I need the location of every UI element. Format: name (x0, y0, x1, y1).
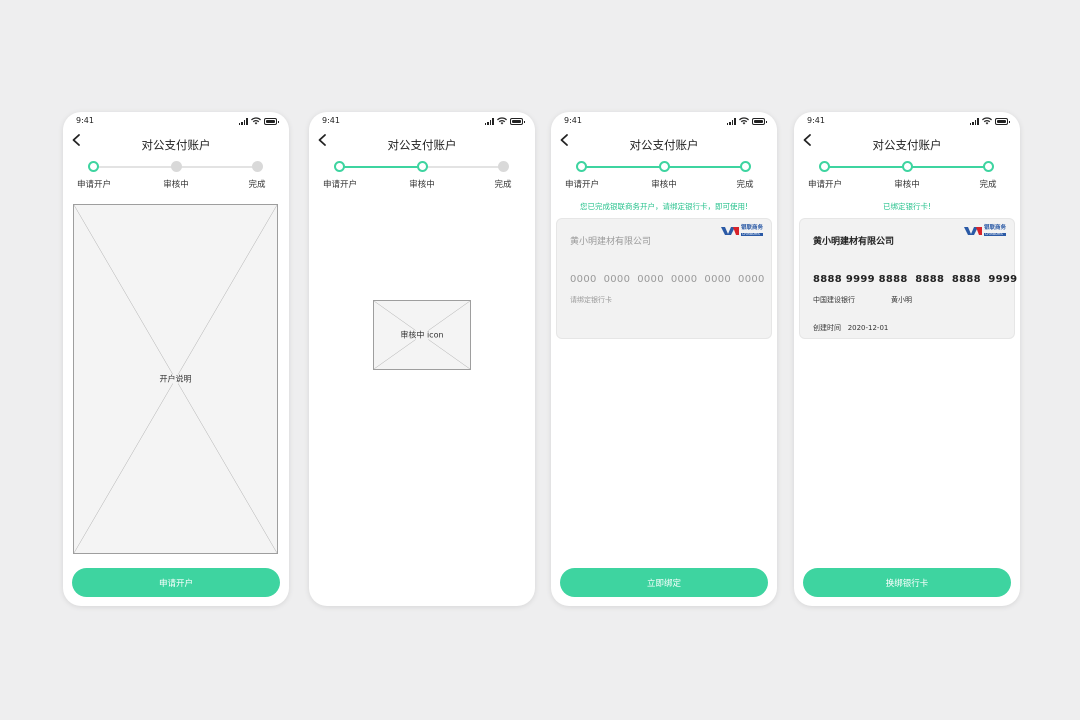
step-dot-apply (819, 161, 830, 172)
status-icons (969, 117, 1010, 125)
bound-notice: 已绑定银行卡! (882, 202, 931, 211)
wifi-icon (982, 117, 992, 125)
step-label-done: 完成 (736, 180, 754, 190)
signal-icon (726, 118, 736, 125)
progress-stepper: 申请开户 审核中 完成 (794, 160, 1020, 190)
chinaums-logo: 银联商务 ChinaUMS (720, 225, 763, 236)
status-time: 9:41 (322, 116, 340, 125)
progress-stepper: 申请开户 审核中 完成 (63, 160, 289, 190)
step-dot-done (498, 161, 509, 172)
status-time: 9:41 (564, 116, 582, 125)
step-dot-done (983, 161, 994, 172)
step-label-done: 完成 (248, 180, 266, 190)
step-label-apply: 申请开户 (807, 180, 843, 190)
card-created: 创建时间 2020-12-01 (813, 323, 888, 333)
placeholder-label: 审核中 icon (398, 330, 446, 340)
progress-stepper: 申请开户 审核中 完成 (551, 160, 777, 190)
card-company: 黄小明建材有限公司 (813, 237, 895, 247)
signal-icon (484, 118, 494, 125)
page-title: 对公支付账户 (629, 138, 699, 152)
card-created-date: 2020-12-01 (847, 324, 889, 332)
signal-icon (969, 118, 979, 125)
step-dot-apply (334, 161, 345, 172)
battery-icon (995, 118, 1010, 125)
battery-icon (264, 118, 279, 125)
page-title: 对公支付账户 (141, 138, 211, 152)
bind-now-button[interactable]: 立即绑定 (560, 568, 768, 597)
signal-icon (238, 118, 248, 125)
battery-icon (510, 118, 525, 125)
card-hint: 请绑定银行卡 (570, 296, 612, 304)
step-label-apply: 申请开户 (564, 180, 600, 190)
bind-notice: 您已完成银联商务开户，请绑定银行卡，即可使用! (579, 202, 748, 211)
change-card-button[interactable]: 换绑银行卡 (803, 568, 1011, 597)
status-time: 9:41 (76, 116, 94, 125)
status-bar: 9:41 (309, 112, 535, 130)
status-icons (238, 117, 279, 125)
page-title: 对公支付账户 (387, 138, 457, 152)
step-dot-review (902, 161, 913, 172)
step-label-apply: 申请开户 (322, 180, 358, 190)
card-created-label: 创建时间 (813, 324, 841, 332)
status-bar: 9:41 (551, 112, 777, 130)
logo-sub: ChinaUMS (983, 232, 1006, 236)
step-dot-done (252, 161, 263, 172)
step-label-review: 审核中 (409, 180, 435, 190)
phone-screen-apply: 9:41 对公支付账户 申请开户 审核中 完成 开户说明 申请开户 (63, 112, 289, 606)
step-label-done: 完成 (979, 180, 997, 190)
status-bar: 9:41 (63, 112, 289, 130)
card-holder: 黄小明 (891, 296, 912, 304)
status-icons (484, 117, 525, 125)
step-dot-apply (576, 161, 587, 172)
wifi-icon (251, 117, 261, 125)
step-dot-apply (88, 161, 99, 172)
chinaums-logo: 银联商务 ChinaUMS (963, 225, 1006, 236)
status-icons (726, 117, 767, 125)
step-label-done: 完成 (494, 180, 512, 190)
phone-screen-bound: 9:41 对公支付账户 申请开户 审核中 完成 已绑定银行卡! 黄小明建材有限公… (794, 112, 1020, 606)
bank-card-bound[interactable]: 黄小明建材有限公司 银联商务 ChinaUMS 8888 9999 8888 88… (799, 218, 1018, 339)
phone-screen-review: 9:41 对公支付账户 申请开户 审核中 完成 审核中 icon (309, 112, 535, 606)
progress-stepper: 申请开户 审核中 完成 (309, 160, 535, 190)
apply-account-button[interactable]: 申请开户 (72, 568, 280, 597)
step-label-review: 审核中 (894, 180, 920, 190)
review-icon-placeholder: 审核中 icon (373, 300, 471, 370)
account-info-placeholder: 开户说明 (73, 204, 278, 554)
card-number: 0000 0000 0000 0000 0000 0000 (570, 274, 765, 285)
placeholder-label: 开户说明 (157, 374, 194, 384)
step-label-review: 审核中 (163, 180, 189, 190)
wifi-icon (739, 117, 749, 125)
step-dot-review (417, 161, 428, 172)
step-dot-done (740, 161, 751, 172)
status-time: 9:41 (807, 116, 825, 125)
card-company: 黄小明建材有限公司 (570, 237, 652, 247)
bank-card-empty[interactable]: 黄小明建材有限公司 银联商务 ChinaUMS 0000 0000 0000 00… (556, 218, 772, 339)
step-dot-review (171, 161, 182, 172)
logo-name: 银联商务 (740, 225, 763, 231)
card-number: 8888 9999 8888 8888 8888 9999 (813, 274, 1018, 285)
step-dot-review (659, 161, 670, 172)
wifi-icon (497, 117, 507, 125)
phone-screen-bind: 9:41 对公支付账户 申请开户 审核中 完成 您已完成银联商务开户，请绑定银行… (551, 112, 777, 606)
logo-sub: ChinaUMS (740, 232, 763, 236)
logo-name: 银联商务 (983, 225, 1006, 231)
battery-icon (752, 118, 767, 125)
step-label-apply: 申请开户 (76, 180, 112, 190)
card-bank: 中国建设银行 (813, 296, 855, 304)
page-title: 对公支付账户 (872, 138, 942, 152)
status-bar: 9:41 (794, 112, 1020, 130)
step-label-review: 审核中 (651, 180, 677, 190)
